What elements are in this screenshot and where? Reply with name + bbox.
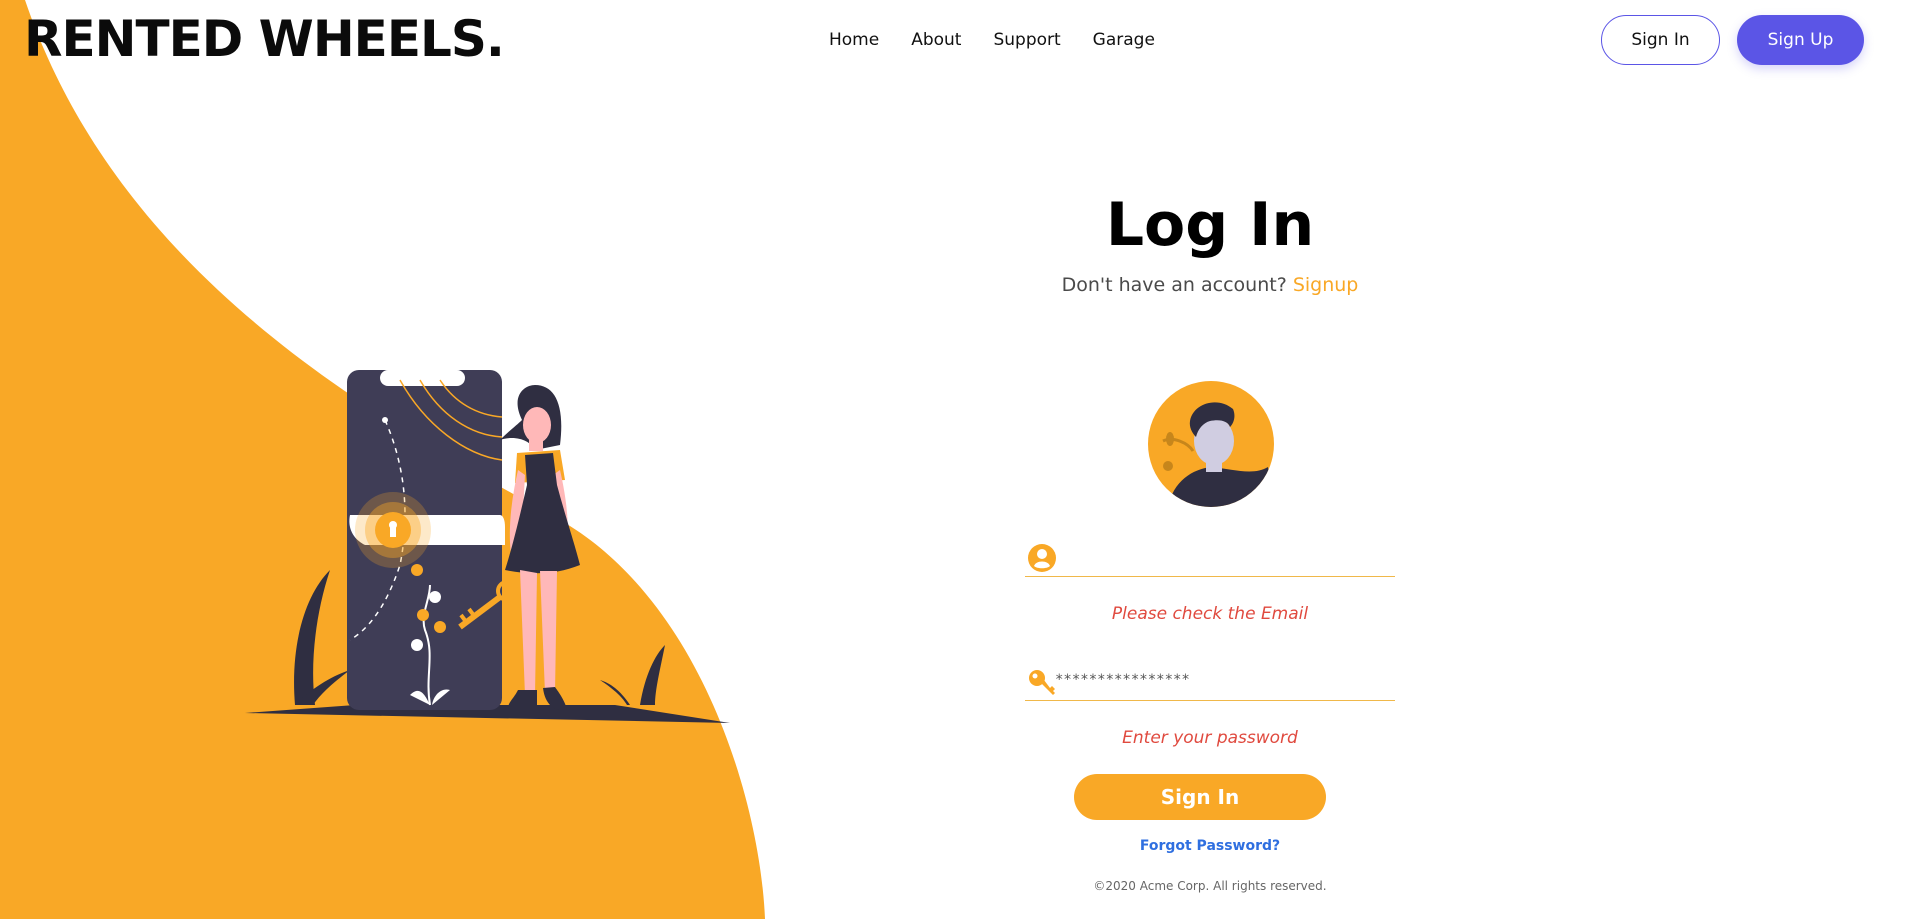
password-error-message: Enter your password xyxy=(1122,728,1298,748)
email-error-message: Please check the Email xyxy=(1111,604,1309,624)
header-sign-up-button[interactable]: Sign Up xyxy=(1737,15,1864,65)
login-illustration xyxy=(245,370,730,723)
password-field xyxy=(1025,657,1395,701)
email-field xyxy=(1025,533,1395,577)
nav-support[interactable]: Support xyxy=(993,30,1060,50)
page-title: Log In xyxy=(1105,190,1315,260)
no-account-text: Don't have an account? xyxy=(1061,274,1287,296)
brand-logo[interactable]: RENTED WHEELS. xyxy=(24,10,505,68)
user-circle-icon xyxy=(1028,544,1056,572)
avatar xyxy=(1148,381,1274,507)
footer-copyright: ©2020 Acme Corp. All rights reserved. xyxy=(1093,879,1327,893)
sign-in-submit-button[interactable]: Sign In xyxy=(1074,774,1326,820)
email-input[interactable] xyxy=(1055,541,1385,571)
password-input[interactable] xyxy=(1055,665,1385,695)
forgot-password-link[interactable]: Forgot Password? xyxy=(1100,838,1320,854)
key-icon xyxy=(1029,670,1055,695)
signup-link[interactable]: Signup xyxy=(1293,274,1359,296)
header-sign-in-button[interactable]: Sign In xyxy=(1601,15,1720,65)
nav-garage[interactable]: Garage xyxy=(1093,30,1155,50)
nav-about[interactable]: About xyxy=(911,30,961,50)
signup-prompt: Don't have an account? Signup xyxy=(1000,274,1420,296)
main-nav: Home About Support Garage xyxy=(829,30,1155,50)
nav-home[interactable]: Home xyxy=(829,30,879,50)
